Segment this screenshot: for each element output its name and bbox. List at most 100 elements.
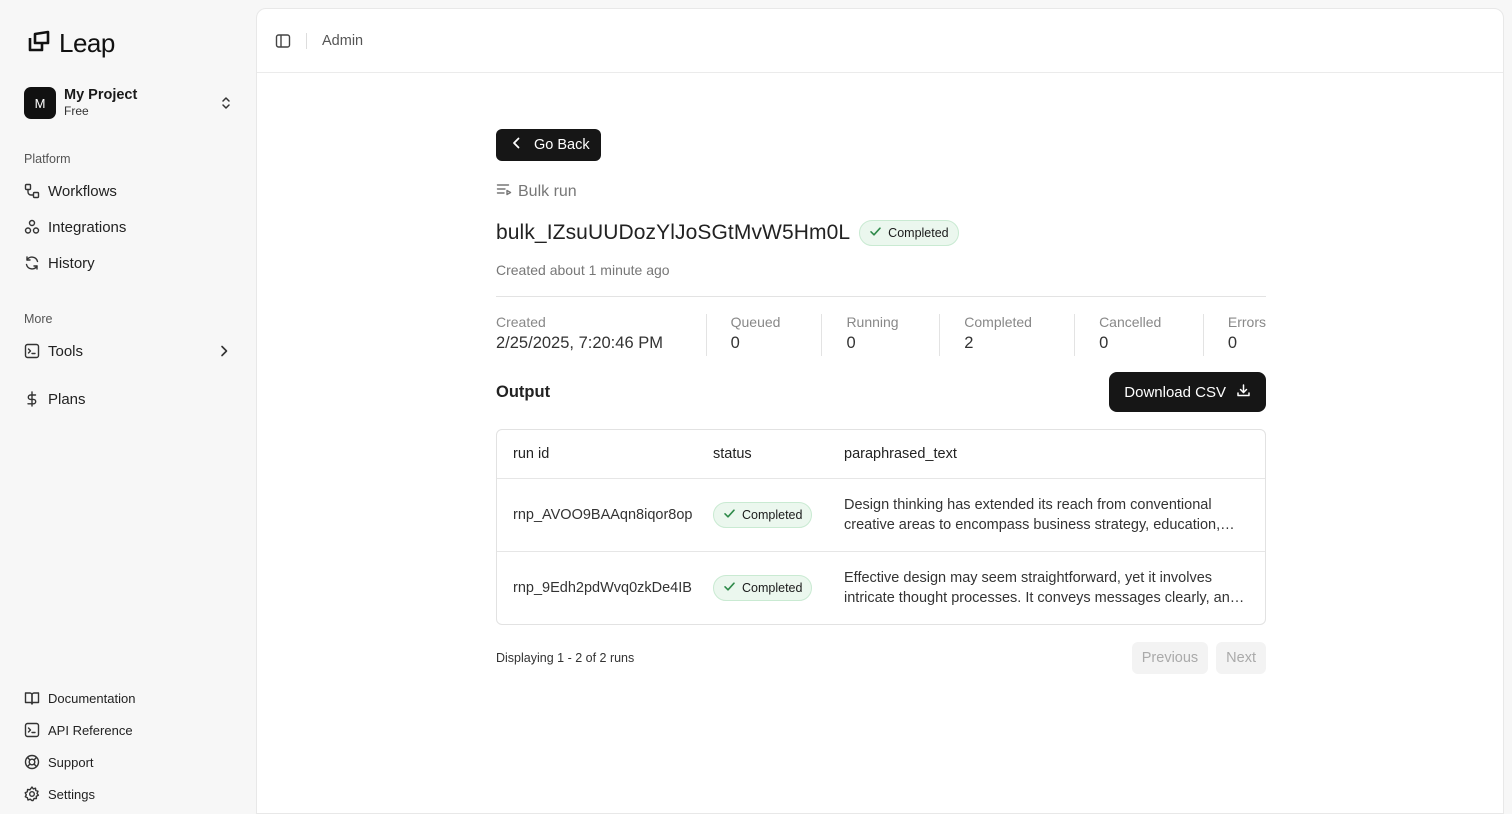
history-icon — [24, 255, 40, 271]
stat-value: 0 — [846, 334, 856, 352]
project-plan: Free — [64, 104, 89, 118]
workflow-icon — [24, 183, 40, 199]
go-back-label: Go Back — [534, 137, 590, 153]
leap-logo-icon — [27, 29, 51, 58]
status-badge-label: Completed — [742, 508, 803, 522]
status-badge-label: Completed — [742, 581, 803, 595]
sidebar-link-api-reference[interactable]: API Reference — [24, 720, 133, 740]
top-bar: Admin — [257, 9, 1503, 73]
pagination: Displaying 1 - 2 of 2 runs Previous Next — [496, 642, 1266, 674]
stat-running: Running 0 — [822, 314, 939, 356]
stat-completed: Completed 2 — [940, 314, 1074, 356]
download-csv-label: Download CSV — [1124, 383, 1226, 401]
chevron-left-icon — [510, 136, 524, 154]
sidebar-item-plans[interactable]: Plans — [24, 385, 236, 413]
sidebar-item-label: History — [48, 254, 95, 272]
divider — [496, 296, 1266, 297]
project-switcher[interactable]: M My Project Free — [24, 86, 234, 120]
main-panel: Admin Go Back Bulk run bulk_IZsuUUDozYlJ… — [256, 8, 1504, 814]
status-badge-label: Completed — [888, 226, 949, 240]
table-row[interactable]: rnp_9Edh2pdWvq0zkDe4IB Completed Effecti… — [497, 551, 1265, 624]
platform-section-label: Platform — [24, 152, 71, 166]
next-page-button[interactable]: Next — [1216, 642, 1266, 674]
status-badge: Completed — [713, 575, 813, 601]
download-icon — [1236, 383, 1251, 402]
sidebar-toggle-icon[interactable] — [275, 33, 291, 49]
bulk-run-detail: Go Back Bulk run bulk_IZsuUUDozYlJoSGtMv… — [496, 129, 1266, 674]
sidebar-link-settings[interactable]: Settings — [24, 784, 95, 804]
status-badge: Completed — [859, 220, 959, 246]
sidebar-item-label: Plans — [48, 390, 86, 408]
status-cell: Completed — [713, 575, 844, 601]
paraphrased-text-cell: Design thinking has extended its reach f… — [844, 495, 1265, 535]
sidebar-item-label: Workflows — [48, 182, 117, 200]
paraphrased-text: Design thinking has extended its reach f… — [844, 497, 1221, 533]
terminal-icon — [24, 343, 40, 359]
previous-page-button[interactable]: Previous — [1131, 642, 1209, 674]
check-icon — [723, 580, 736, 596]
project-avatar: M — [24, 87, 56, 119]
run-id-cell[interactable]: rnp_AVOO9BAAqn8iqor8op — [497, 507, 713, 523]
column-header-paraphrased-text[interactable]: paraphrased_text — [844, 444, 1265, 464]
book-icon — [24, 690, 40, 706]
stat-label: Errors — [1227, 314, 1266, 330]
gear-icon — [24, 786, 40, 802]
list-icon — [496, 181, 512, 202]
lifebuoy-icon — [24, 754, 40, 770]
brand-logo[interactable]: Leap — [27, 28, 115, 59]
stat-label: Completed — [964, 314, 1032, 330]
run-type-text: Bulk run — [518, 182, 577, 200]
sidebar-link-label: API Reference — [48, 722, 133, 738]
title-row: bulk_IZsuUUDozYlJoSGtMvW5Hm0L Completed — [496, 220, 1266, 246]
breadcrumb[interactable]: Admin — [322, 33, 363, 49]
sidebar-item-history[interactable]: History — [24, 249, 236, 277]
integrations-icon — [24, 219, 40, 235]
table-header-row: run id status paraphrased_text — [497, 430, 1265, 478]
stat-value: 0 — [1099, 334, 1109, 352]
stat-errors: Errors 0 — [1204, 314, 1266, 356]
paraphrased-text: Effective design may seem straightforwar… — [844, 570, 1238, 606]
more-section-label: More — [24, 312, 53, 326]
sidebar-item-tools[interactable]: Tools — [24, 337, 236, 365]
sidebar-link-documentation[interactable]: Documentation — [24, 688, 135, 708]
stat-cancelled: Cancelled 0 — [1075, 314, 1203, 356]
sidebar-item-label: Integrations — [48, 218, 127, 236]
stat-value: 2/25/2025, 7:20:46 PM — [496, 334, 663, 352]
project-name: My Project — [64, 87, 138, 103]
stat-created: Created 2/25/2025, 7:20:46 PM — [496, 314, 706, 356]
download-csv-button[interactable]: Download CSV — [1109, 372, 1266, 412]
chevron-right-icon — [216, 343, 232, 363]
sidebar-link-label: Documentation — [48, 690, 136, 706]
sidebar-item-workflows[interactable]: Workflows — [24, 177, 236, 205]
status-badge: Completed — [713, 502, 813, 528]
column-header-run-id[interactable]: run id — [497, 446, 713, 462]
stat-value: 0 — [1227, 334, 1238, 352]
sidebar-item-label: Tools — [48, 342, 84, 360]
dollar-icon — [24, 391, 40, 407]
check-icon — [723, 507, 736, 523]
chevrons-up-down-icon — [218, 95, 234, 116]
stat-label: Cancelled — [1099, 314, 1162, 330]
sidebar-link-label: Support — [48, 754, 94, 770]
sidebar-item-integrations[interactable]: Integrations — [24, 213, 236, 241]
page-title: bulk_IZsuUUDozYlJoSGtMvW5Hm0L — [496, 221, 851, 244]
output-header: Output Download CSV — [496, 372, 1266, 412]
run-id-cell[interactable]: rnp_9Edh2pdWvq0zkDe4IB — [497, 580, 713, 596]
sidebar-link-support[interactable]: Support — [24, 752, 94, 772]
sidebar: Leap M My Project Free Platform Workflow… — [0, 0, 256, 814]
sidebar-link-label: Settings — [48, 786, 95, 802]
table-row[interactable]: rnp_AVOO9BAAqn8iqor8op Completed Design … — [497, 478, 1265, 551]
output-title: Output — [496, 382, 551, 401]
column-header-status[interactable]: status — [713, 446, 844, 462]
runs-table: run id status paraphrased_text rnp_AVOO9… — [496, 429, 1266, 625]
check-icon — [869, 225, 882, 241]
paraphrased-text-cell: Effective design may seem straightforwar… — [844, 568, 1265, 608]
stat-label: Created — [496, 314, 546, 330]
stat-value: 0 — [730, 334, 740, 352]
status-cell: Completed — [713, 502, 844, 528]
brand-name: Leap — [59, 28, 115, 58]
stat-label: Running — [846, 314, 899, 330]
go-back-button[interactable]: Go Back — [496, 129, 601, 161]
stat-label: Queued — [730, 314, 781, 330]
stat-value: 2 — [964, 334, 974, 352]
